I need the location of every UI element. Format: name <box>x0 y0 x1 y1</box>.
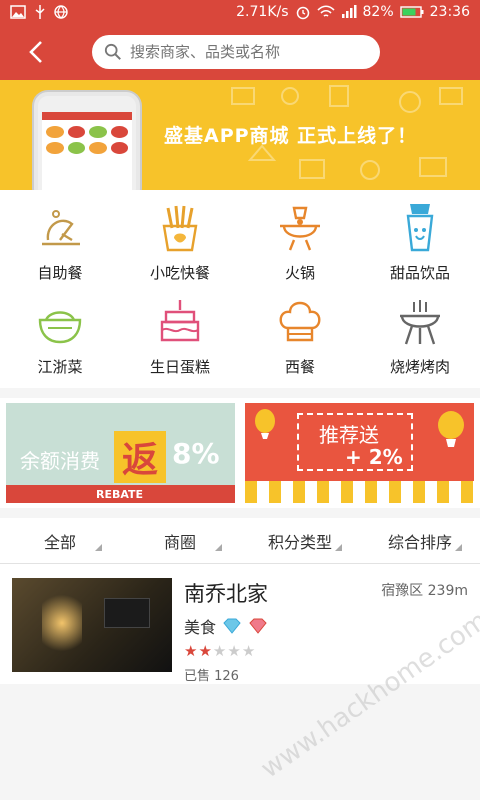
filter-district[interactable]: 商圈 <box>120 518 240 563</box>
category-cake[interactable]: 生日蛋糕 <box>120 294 240 388</box>
search-icon <box>104 43 121 60</box>
people-illustration <box>245 481 474 503</box>
promo-referral[interactable]: 推荐送 + 2% <box>245 403 474 503</box>
promo-rebate-highlight: 返 <box>114 431 166 483</box>
star-empty-icon: ★ <box>227 642 241 660</box>
image-icon <box>10 5 26 19</box>
category-label: 西餐 <box>284 358 315 376</box>
store-rating: ★ ★ ★ ★ ★ <box>184 644 468 659</box>
promo-banner[interactable]: 盛基APP商城 正式上线了！ <box>0 80 480 190</box>
store-distance: 宿豫区 239m <box>381 583 468 599</box>
dropdown-triangle-icon <box>215 544 222 551</box>
search-input[interactable] <box>130 43 368 61</box>
diamond-red-icon <box>249 618 267 634</box>
category-label: 烧烤烤肉 <box>389 358 450 376</box>
grill-icon <box>400 300 440 345</box>
app-root: 2.71K/s 82% 23:36 搜索商家、品类或名称 盛基APP商城 正式上… <box>0 0 480 800</box>
category-label: 自助餐 <box>37 264 83 282</box>
dropdown-triangle-icon <box>335 544 342 551</box>
category-snacks[interactable]: 小吃快餐 <box>120 200 240 294</box>
category-label: 小吃快餐 <box>149 264 210 282</box>
balloon-icon <box>255 409 275 439</box>
store-info: 南乔北家 宿豫区 239m 美食 ★ ★ ★ ★ ★ 已售 126 <box>184 578 468 684</box>
balloon-icon <box>438 411 464 447</box>
dropdown-triangle-icon <box>95 544 102 551</box>
store-category: 美食 <box>184 618 217 637</box>
promo-rebate-en: REBATE <box>96 488 144 501</box>
category-buffet[interactable]: 自助餐 <box>0 200 120 294</box>
chevron-left-icon <box>29 41 42 63</box>
filter-label: 积分类型 <box>267 532 332 552</box>
star-empty-icon: ★ <box>212 642 227 660</box>
promo-rebate-percent: 8% <box>172 437 220 470</box>
dropdown-triangle-icon <box>455 544 462 551</box>
back-button[interactable] <box>16 32 56 72</box>
star-empty-icon: ★ <box>241 642 256 660</box>
banner-title: 盛基APP商城 正式上线了！ <box>164 125 418 147</box>
usb-icon <box>35 5 45 19</box>
search-box[interactable] <box>92 35 380 69</box>
clock: 23:36 <box>429 4 470 20</box>
diamond-icon <box>223 618 241 634</box>
bowl-icon <box>38 311 82 344</box>
star-filled-icon: ★ <box>184 642 198 660</box>
category-grid: 自助餐 小吃快餐 火锅 甜品饮品 江浙菜 生日蛋糕 西餐 烧烤烤肉 <box>0 190 480 388</box>
fries-icon <box>162 205 198 252</box>
store-sold: 已售 126 <box>184 669 239 684</box>
phone-illustration <box>34 92 140 190</box>
filter-label: 商圈 <box>163 532 196 552</box>
store-list-item[interactable]: 南乔北家 宿豫区 239m 美食 ★ ★ ★ ★ ★ 已售 126 <box>0 564 480 684</box>
category-label: 江浙菜 <box>37 358 83 376</box>
store-photo <box>12 578 172 672</box>
filter-all[interactable]: 全部 <box>0 518 120 563</box>
star-filled-icon: ★ <box>198 642 212 660</box>
category-zhejiang[interactable]: 江浙菜 <box>0 294 120 388</box>
store-photo-light <box>42 588 82 658</box>
category-label: 火锅 <box>284 264 315 282</box>
phone-screen-icons <box>42 120 132 160</box>
filter-label: 全部 <box>43 532 76 552</box>
battery-percent: 82% <box>362 4 394 20</box>
chef-hat-icon <box>279 301 321 342</box>
wifi-icon <box>316 5 335 17</box>
status-bar: 2.71K/s 82% 23:36 <box>0 0 480 24</box>
top-bar <box>0 24 480 80</box>
category-hotpot[interactable]: 火锅 <box>240 200 360 294</box>
filter-sort[interactable]: 综合排序 <box>360 518 480 563</box>
promo-row: 余额消费 返 8% REBATE 推荐送 + 2% <box>0 398 480 508</box>
filter-bar: 全部 商圈 积分类型 综合排序 <box>0 518 480 564</box>
globe-icon <box>54 5 68 19</box>
promo-rebate[interactable]: 余额消费 返 8% REBATE <box>6 403 235 503</box>
phone-screen <box>42 112 132 190</box>
store-photo-sign <box>104 598 150 628</box>
cake-icon <box>160 300 200 342</box>
category-western[interactable]: 西餐 <box>240 294 360 388</box>
category-label: 生日蛋糕 <box>149 358 210 376</box>
network-speed: 2.71K/s <box>236 4 289 20</box>
alarm-icon <box>296 6 309 20</box>
category-label: 甜品饮品 <box>389 264 450 282</box>
hotpot-icon <box>280 206 320 251</box>
filter-points-type[interactable]: 积分类型 <box>240 518 360 563</box>
drink-cup-icon <box>406 204 434 252</box>
category-desserts[interactable]: 甜品饮品 <box>360 200 480 294</box>
signal-icon <box>341 5 357 18</box>
battery-icon <box>399 6 424 18</box>
store-category-row: 美食 <box>184 614 468 638</box>
promo-rebate-text: 余额消费 <box>20 449 100 473</box>
promo-referral-percent: + 2% <box>345 445 403 469</box>
category-bbq[interactable]: 烧烤烤肉 <box>360 294 480 388</box>
status-left <box>10 4 68 20</box>
status-right: 2.71K/s 82% 23:36 <box>236 4 470 20</box>
filter-label: 综合排序 <box>387 532 452 552</box>
buffet-dish-icon <box>42 210 80 246</box>
phone-screen-bar <box>42 112 132 120</box>
promo-referral-text: 推荐送 <box>319 423 379 447</box>
